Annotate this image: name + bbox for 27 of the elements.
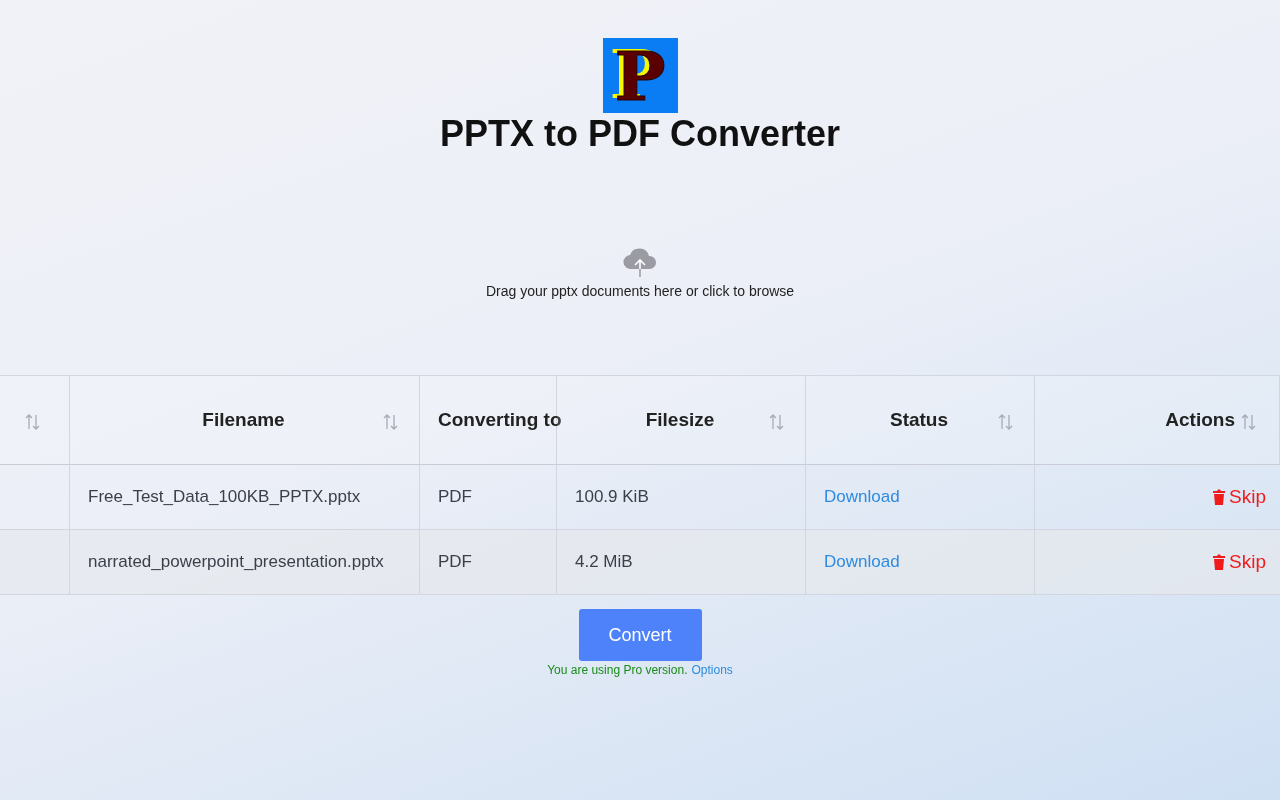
filesize-text: 100.9 KiB bbox=[575, 487, 649, 507]
column-header: Filesize bbox=[645, 409, 715, 431]
trash-icon bbox=[1213, 489, 1226, 505]
page-title: PPTX to PDF Converter bbox=[439, 113, 841, 155]
sort-icon[interactable] bbox=[998, 413, 1014, 431]
format-text: PDF bbox=[438, 487, 472, 507]
logo: P bbox=[602, 38, 678, 113]
column-header: Status bbox=[889, 409, 949, 431]
header-cell[interactable]: Actions bbox=[1035, 376, 1280, 465]
column-header: Filename bbox=[202, 409, 285, 431]
sort-icon[interactable] bbox=[383, 413, 399, 431]
filename-text: Free_Test_Data_100KB_PPTX.pptx bbox=[88, 487, 361, 507]
header-cell[interactable] bbox=[0, 376, 70, 465]
header-cell[interactable]: Status bbox=[806, 376, 1035, 465]
cloud-upload-icon[interactable] bbox=[622, 247, 658, 277]
column-header: Actions bbox=[1165, 409, 1235, 431]
header-cell[interactable]: Filename bbox=[70, 376, 420, 465]
dropzone-text[interactable]: Drag your pptx documents here or click to browse bbox=[485, 283, 795, 299]
trash-icon bbox=[1213, 554, 1226, 570]
version-note: You are using Pro version. bbox=[547, 663, 688, 677]
filename-text: narrated_powerpoint_presentation.pptx bbox=[88, 552, 384, 572]
convert-button[interactable]: Convert bbox=[578, 609, 702, 661]
sort-icon[interactable] bbox=[1241, 413, 1257, 431]
format-text: PDF bbox=[438, 552, 472, 572]
filesize-text: 4.2 MiB bbox=[575, 552, 633, 572]
sort-icon[interactable] bbox=[25, 413, 41, 431]
sort-icon[interactable] bbox=[769, 413, 785, 431]
